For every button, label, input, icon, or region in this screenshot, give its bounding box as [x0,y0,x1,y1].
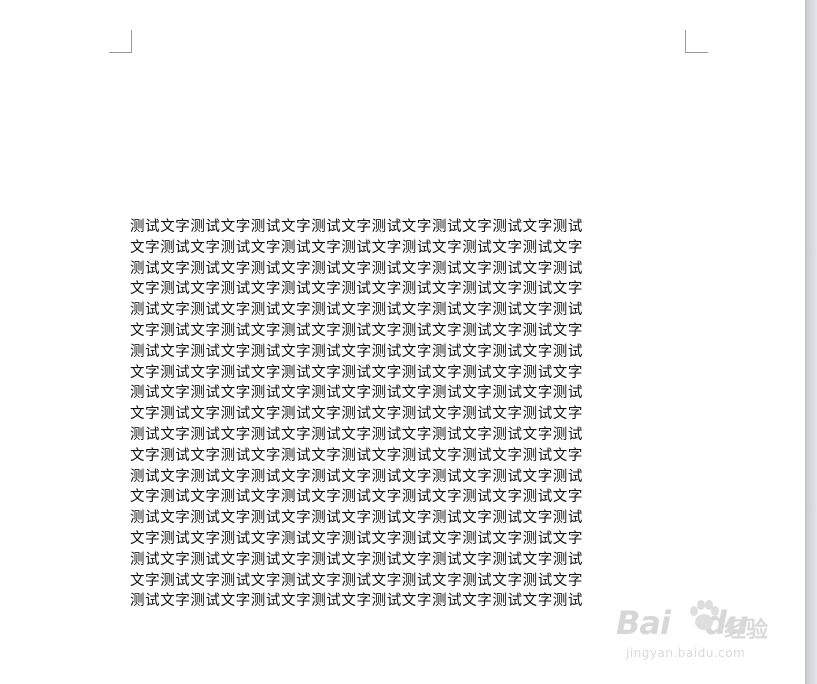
document-body-text[interactable]: 测试文字测试文字测试文字测试文字测试文字测试文字测试文字测试 文字测试文字测试文字… [130,217,690,612]
top-right-margin-mark [685,30,708,53]
text-line[interactable]: 文字测试文字测试文字测试文字测试文字测试文字测试文字测试文字 [130,571,690,592]
text-line[interactable]: 文字测试文字测试文字测试文字测试文字测试文字测试文字测试文字 [130,446,690,467]
text-line[interactable]: 测试文字测试文字测试文字测试文字测试文字测试文字测试文字测试 [130,259,690,280]
text-line[interactable]: 测试文字测试文字测试文字测试文字测试文字测试文字测试文字测试 [130,591,690,612]
document-page[interactable]: 测试文字测试文字测试文字测试文字测试文字测试文字测试文字测试 文字测试文字测试文字… [0,0,806,684]
text-line[interactable]: 测试文字测试文字测试文字测试文字测试文字测试文字测试文字测试 [130,467,690,488]
text-line[interactable]: 测试文字测试文字测试文字测试文字测试文字测试文字测试文字测试 [130,300,690,321]
text-line[interactable]: 文字测试文字测试文字测试文字测试文字测试文字测试文字测试文字 [130,529,690,550]
text-line[interactable]: 测试文字测试文字测试文字测试文字测试文字测试文字测试文字测试 [130,425,690,446]
text-line[interactable]: 测试文字测试文字测试文字测试文字测试文字测试文字测试文字测试 [130,383,690,404]
text-line[interactable]: 文字测试文字测试文字测试文字测试文字测试文字测试文字测试文字 [130,404,690,425]
text-line[interactable]: 测试文字测试文字测试文字测试文字测试文字测试文字测试文字测试 [130,217,690,238]
text-line[interactable]: 文字测试文字测试文字测试文字测试文字测试文字测试文字测试文字 [130,487,690,508]
document-viewport[interactable]: 测试文字测试文字测试文字测试文字测试文字测试文字测试文字测试 文字测试文字测试文字… [0,0,817,684]
watermark-url-text: jingyan.baidu.com [626,646,746,660]
text-line[interactable]: 测试文字测试文字测试文字测试文字测试文字测试文字测试文字测试 [130,550,690,571]
text-line[interactable]: 测试文字测试文字测试文字测试文字测试文字测试文字测试文字测试 [130,508,690,529]
text-line[interactable]: 文字测试文字测试文字测试文字测试文字测试文字测试文字测试文字 [130,279,690,300]
text-line[interactable]: 测试文字测试文字测试文字测试文字测试文字测试文字测试文字测试 [130,342,690,363]
watermark-jingyan-text: 经验 [724,618,769,643]
right-gutter [806,0,817,684]
text-line[interactable]: 文字测试文字测试文字测试文字测试文字测试文字测试文字测试文字 [130,363,690,384]
baidu-jingyan-watermark: Bai du 经验 jingyan.baidu.com [616,594,786,664]
text-line[interactable]: 文字测试文字测试文字测试文字测试文字测试文字测试文字测试文字 [130,321,690,342]
text-line[interactable]: 文字测试文字测试文字测试文字测试文字测试文字测试文字测试文字 [130,238,690,259]
top-left-margin-mark [109,30,132,53]
paw-icon [690,600,719,630]
